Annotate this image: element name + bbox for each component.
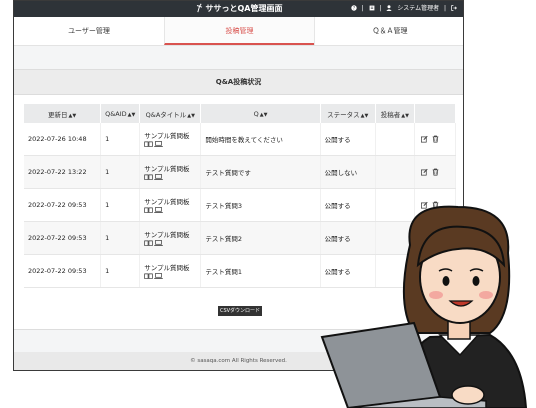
tab-qa-management[interactable]: Ｑ＆Ａ管理 [314, 17, 463, 45]
column-header-actions [414, 104, 457, 123]
cell-question: 開始時間を教えてください [200, 123, 321, 156]
cell-id: 1 [100, 254, 141, 288]
cell-id: 1 [100, 188, 141, 222]
book-open-icon [144, 174, 153, 180]
csv-download-button[interactable]: CSVダウンロード [218, 306, 262, 316]
sort-icon: ▲▼ [401, 112, 409, 119]
user-icon [386, 5, 393, 11]
tab-post-management[interactable]: 投稿管理 [164, 17, 314, 45]
cell-status: 公開しない [320, 155, 376, 189]
laptop-icon [154, 240, 164, 246]
cell-date: 2022-07-22 09:53 [24, 188, 102, 222]
column-header-updated[interactable]: 更新日▲▼ [24, 104, 102, 123]
cell-title: サンプル質問板 [139, 123, 202, 156]
laptop-icon [154, 273, 164, 279]
book-open-icon [144, 273, 153, 279]
cell-date: 2022-07-26 10:48 [24, 123, 102, 156]
column-header-author[interactable]: 投稿者▲▼ [375, 104, 415, 123]
cell-status: 公開する [320, 123, 376, 156]
book-open-icon [144, 141, 153, 147]
help-icon[interactable]: ? [350, 1, 357, 17]
cell-actions [414, 155, 457, 189]
sort-icon: ▲▼ [259, 111, 268, 118]
top-bar: ササっとQA管理画面 ? | | システム管理者 | [14, 1, 463, 17]
cell-title: サンプル質問板 [139, 221, 202, 255]
logout-icon[interactable] [451, 1, 457, 17]
cell-title: サンプル質問板 [139, 155, 202, 189]
sort-icon: ▲▼ [360, 112, 369, 119]
cell-date: 2022-07-22 09:53 [24, 221, 102, 255]
cell-id: 1 [100, 155, 141, 189]
divider: | [444, 5, 447, 12]
column-header-q[interactable]: Q▲▼ [200, 104, 321, 123]
cell-actions [414, 123, 457, 156]
tab-user-management[interactable]: ユーザー管理 [14, 17, 164, 45]
edit-icon[interactable] [420, 135, 428, 143]
column-header-qaid[interactable]: Q&AID▲▼ [100, 104, 141, 123]
cell-date: 2022-07-22 09:53 [24, 254, 102, 288]
sort-icon: ▲▼ [187, 112, 195, 119]
woman-with-laptop-illustration [320, 205, 528, 408]
cell-id: 1 [100, 123, 141, 156]
edit-icon[interactable] [420, 168, 428, 176]
table-header-row: 更新日▲▼ Q&AID▲▼ Q&Aタイトル▲▼ Q▲▼ ステータス▲▼ 投稿者▲… [24, 104, 457, 123]
svg-text:?: ? [353, 6, 355, 11]
laptop-icon [154, 141, 164, 147]
cell-title: サンプル質問板 [139, 188, 202, 222]
sort-icon: ▲▼ [127, 111, 136, 118]
cell-date: 2022-07-22 13:22 [24, 155, 102, 189]
column-header-status[interactable]: ステータス▲▼ [320, 104, 376, 123]
nav-tabs: ユーザー管理 投稿管理 Ｑ＆Ａ管理 [14, 17, 463, 46]
laptop-icon [154, 174, 164, 180]
trash-icon[interactable] [432, 168, 439, 176]
cell-author [375, 155, 415, 189]
cell-author [375, 123, 415, 156]
book-icon[interactable] [369, 1, 375, 17]
divider: | [361, 5, 364, 12]
cell-question: テスト質問3 [200, 188, 321, 222]
column-header-qa-title[interactable]: Q&Aタイトル▲▼ [139, 104, 202, 123]
cell-question: テスト質問です [200, 155, 321, 189]
book-open-icon [144, 207, 153, 213]
cell-question: テスト質問1 [200, 254, 321, 288]
cell-title: サンプル質問板 [139, 254, 202, 288]
table-row: 2022-07-26 10:48 1 サンプル質問板 開始時間を教えてください … [24, 123, 457, 156]
laptop-icon [154, 207, 164, 213]
logo-icon [196, 3, 202, 13]
book-open-icon [144, 240, 153, 246]
divider: | [379, 5, 382, 12]
top-right-menu: ? | | システム管理者 | [348, 1, 457, 17]
cell-question: テスト質問2 [200, 221, 321, 255]
panel-title: Q&A投稿状況 [14, 70, 463, 95]
app-title: ササっとQA管理画面 [205, 4, 283, 13]
cell-id: 1 [100, 221, 141, 255]
user-menu[interactable]: システム管理者 [386, 1, 439, 17]
user-label: システム管理者 [397, 5, 440, 12]
sort-icon: ▲▼ [68, 112, 77, 119]
trash-icon[interactable] [432, 135, 439, 143]
table-row: 2022-07-22 13:22 1 サンプル質問板 テスト質問です 公開しない [24, 155, 457, 189]
